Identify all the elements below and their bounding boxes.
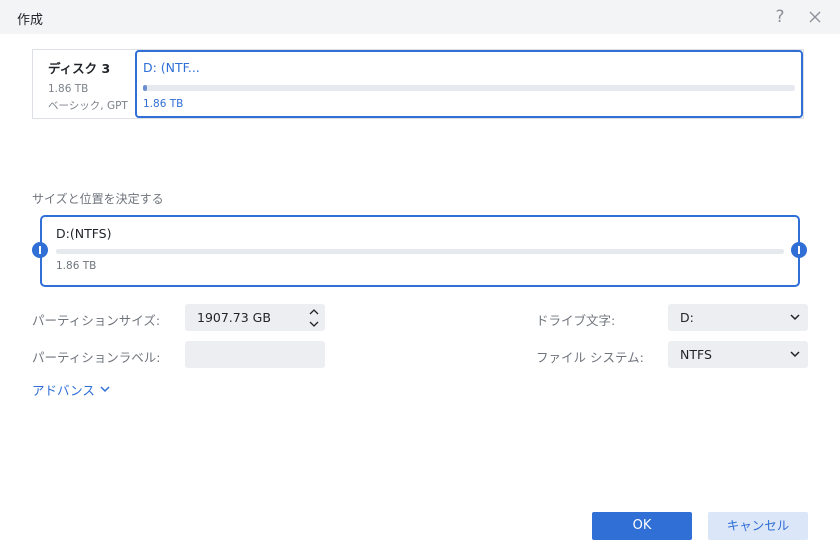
partition-size-editor[interactable]: D:(NTFS) 1.86 TB [40,215,800,287]
resize-handle-right[interactable] [791,242,807,258]
partition-size: 1.86 TB [143,98,184,110]
partition-label-input[interactable] [185,341,325,368]
chevron-down-icon [790,314,800,321]
resize-handle-left[interactable] [32,242,48,258]
disk-card: ディスク 3 1.86 TB ベーシック, GPT D: (NTF... 1.8… [32,49,804,119]
disk-info: ディスク 3 1.86 TB ベーシック, GPT [48,58,128,113]
partition-label-label: パーティションラベル: [32,350,161,365]
chevron-down-icon [790,351,800,358]
drive-letter-label: ドライブ文字: [536,313,616,328]
partition-name: D: (NTF... [143,60,200,75]
file-system-label: ファイル システム: [536,350,644,365]
partition-usage-fill [143,85,147,91]
disk-size: 1.86 TB [48,83,89,95]
close-button[interactable] [805,6,825,28]
file-system-value: NTFS [680,347,712,362]
cancel-button[interactable]: キャンセル [708,512,808,540]
chevron-down-icon[interactable] [309,320,319,328]
size-editor-partition-size: 1.86 TB [56,260,97,272]
drive-letter-value: D: [680,310,694,325]
window-title: 作成 [17,13,44,28]
ok-button[interactable]: OK [592,512,692,540]
help-button[interactable]: ? [770,6,790,28]
size-editor-bar-fill [56,249,784,254]
partition-size-value: 1907.73 GB [197,310,271,325]
chevron-down-icon[interactable] [100,385,110,393]
title-bar: 作成 ? [0,0,840,34]
size-position-heading: サイズと位置を決定する [32,192,164,206]
disk-name: ディスク 3 [48,61,111,76]
size-editor-bar [56,249,784,254]
partition-size-stepper[interactable]: 1907.73 GB [185,304,325,331]
disk-type: ベーシック, GPT [48,100,128,112]
drive-letter-select[interactable]: D: [668,304,808,331]
advanced-toggle[interactable]: アドバンス [32,380,95,399]
file-system-select[interactable]: NTFS [668,341,808,368]
size-editor-partition-name: D:(NTFS) [56,226,112,241]
partition-block[interactable]: D: (NTF... 1.86 TB [135,50,803,118]
close-icon [809,11,821,23]
partition-size-label: パーティションサイズ: [32,313,161,328]
chevron-up-icon[interactable] [309,308,319,316]
partition-usage-bar [143,85,795,91]
